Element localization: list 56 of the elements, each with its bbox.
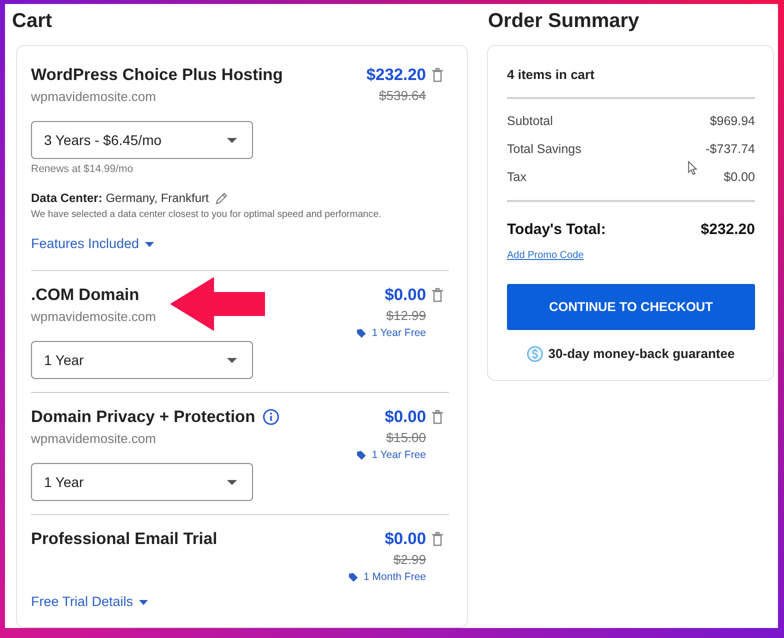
summary-value: $969.94 — [710, 113, 755, 130]
promo-code-link[interactable]: Add Promo Code — [507, 249, 755, 263]
price: $232.20 — [366, 65, 426, 86]
promo-label: 1 Year Free — [372, 326, 426, 341]
summary-value: $0.00 — [724, 169, 755, 186]
term-select[interactable]: 3 Years - $6.45/mo — [31, 121, 253, 159]
trash-icon[interactable] — [432, 410, 443, 424]
original-price: $12.99 — [385, 307, 427, 325]
checkout-button[interactable]: CONTINUE TO CHECKOUT — [507, 284, 755, 330]
tag-icon — [356, 450, 366, 460]
item-count: 4 items in cart — [507, 66, 596, 84]
original-price: $15.00 — [385, 429, 427, 447]
domain-name: wpmavidemosite.com — [31, 88, 157, 106]
cursor-icon — [688, 161, 697, 175]
cart-heading: Cart — [12, 9, 54, 34]
product-title: .COM Domain — [31, 285, 140, 306]
promo-label: 1 Year Free — [372, 448, 426, 463]
dollar-circle-icon — [527, 346, 544, 362]
price: $0.00 — [384, 529, 426, 550]
term-select[interactable]: 1 Year — [31, 463, 253, 501]
product-title: Professional Email Trial — [31, 529, 218, 550]
trash-icon[interactable] — [432, 288, 443, 302]
renewal-note: Renews at $14.99/mo — [31, 162, 134, 176]
summary-label: Total Savings — [507, 141, 582, 158]
tag-icon — [348, 572, 358, 582]
details-link[interactable]: Features Included — [31, 234, 154, 254]
summary-label: Subtotal — [507, 113, 553, 130]
pencil-icon[interactable] — [214, 192, 228, 204]
total-label: Today's Total: — [507, 220, 606, 240]
promo-label: 1 Month Free — [364, 570, 426, 585]
trash-icon[interactable] — [432, 532, 443, 546]
price: $0.00 — [384, 285, 426, 306]
details-link[interactable]: Free Trial Details — [31, 592, 148, 612]
total-value: $232.20 — [700, 220, 755, 240]
trash-icon[interactable] — [432, 68, 443, 82]
data-center-text: Data Center: Germany, Frankfurt — [31, 190, 209, 207]
price: $0.00 — [384, 407, 426, 428]
caret-icon — [145, 242, 154, 246]
original-price: $2.99 — [392, 551, 427, 569]
domain-name: wpmavidemosite.com — [31, 430, 157, 448]
tag-icon — [356, 328, 366, 338]
guarantee-text: 30-day money-back guarantee — [548, 345, 735, 363]
summary-value: -$737.74 — [706, 141, 755, 158]
product-title: Domain Privacy + Protection — [31, 407, 256, 428]
summary-heading: Order Summary — [488, 9, 640, 34]
data-center-note: We have selected a data center closest to you for optimal speed and performance. — [31, 208, 382, 222]
term-select[interactable]: 1 Year — [31, 341, 253, 379]
summary-label: Tax — [507, 169, 526, 186]
caret-icon — [227, 358, 237, 362]
info-icon[interactable] — [263, 409, 280, 425]
caret-icon — [227, 480, 237, 484]
domain-name: wpmavidemosite.com — [31, 308, 157, 326]
caret-icon — [139, 600, 148, 604]
original-price: $539.64 — [378, 87, 427, 105]
product-title: WordPress Choice Plus Hosting — [31, 65, 283, 86]
caret-icon — [227, 138, 237, 142]
